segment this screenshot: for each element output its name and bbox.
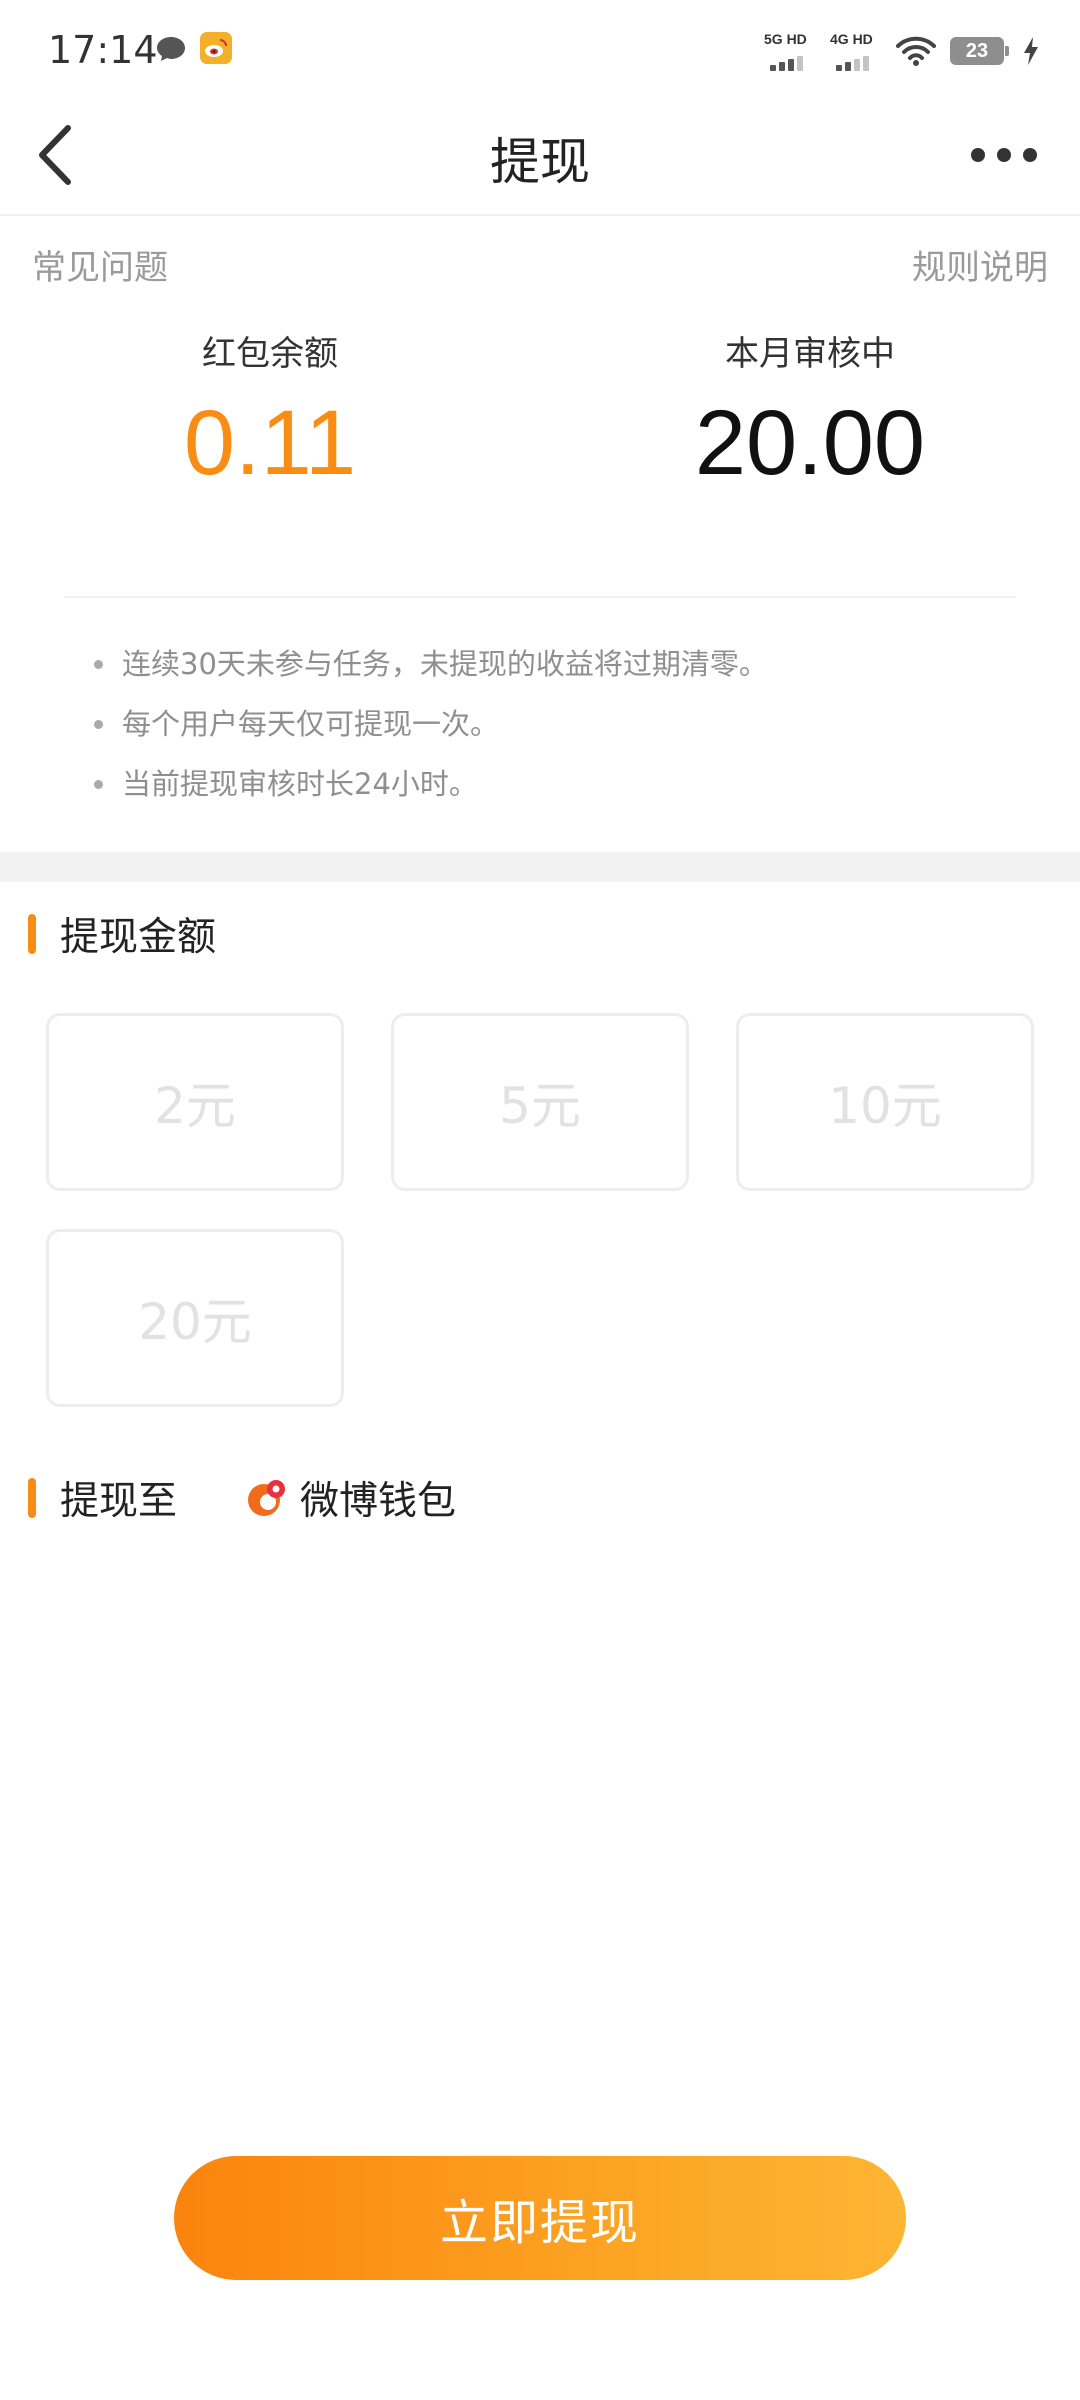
tip-item: 每个用户每天仅可提现一次。 bbox=[92, 702, 768, 762]
withdraw-now-button[interactable]: 立即提现 bbox=[174, 2156, 906, 2280]
destination-section-title: 提现至 bbox=[60, 1479, 178, 1524]
tip-item: 当前提现审核时长24小时。 bbox=[92, 762, 768, 822]
amount-section-title: 提现金额 bbox=[60, 915, 217, 960]
red-packet-label: 红包余额 bbox=[202, 334, 338, 374]
amount-option-10[interactable]: 10元 bbox=[736, 1013, 1034, 1191]
amount-option-5[interactable]: 5元 bbox=[391, 1013, 689, 1191]
reviewing-value: 20.00 bbox=[694, 392, 926, 494]
signal-icon: 5G HD bbox=[764, 31, 816, 71]
signal-icon: 4G HD bbox=[830, 31, 882, 71]
section-separator bbox=[0, 852, 1080, 882]
divider bbox=[64, 596, 1016, 598]
charging-icon bbox=[1024, 37, 1038, 65]
status-bar: 17:14 5G HD 4G HD 23 bbox=[0, 0, 1080, 100]
reviewing-balance: 本月审核中 20.00 bbox=[660, 326, 960, 494]
status-icons: 5G HD 4G HD 23 bbox=[764, 28, 1040, 74]
amount-section-header: 提现金额 bbox=[28, 906, 216, 962]
section-accent-bar bbox=[28, 1478, 36, 1518]
wifi-icon bbox=[896, 36, 936, 66]
amount-option-20[interactable]: 20元 bbox=[46, 1229, 344, 1407]
status-time: 17:14 bbox=[48, 28, 158, 72]
weibo-wallet[interactable]: 微博钱包 bbox=[246, 1470, 456, 1526]
wallet-label: 微博钱包 bbox=[300, 1479, 457, 1524]
faq-link[interactable]: 常见问题 bbox=[32, 240, 168, 289]
battery-icon: 23 bbox=[950, 37, 1009, 65]
red-packet-balance: 红包余额 0.11 bbox=[120, 326, 420, 494]
rules-link[interactable]: 规则说明 bbox=[912, 240, 1048, 289]
more-icon[interactable] bbox=[968, 140, 1040, 170]
nav-bar: 提现 bbox=[0, 100, 1080, 216]
weibo-app-icon bbox=[200, 32, 232, 64]
signal-label: 5G HD bbox=[764, 31, 807, 47]
reviewing-label: 本月审核中 bbox=[725, 334, 895, 374]
destination-section-header: 提现至 bbox=[28, 1470, 177, 1526]
amount-option-2[interactable]: 2元 bbox=[46, 1013, 344, 1191]
withdraw-page: 17:14 5G HD 4G HD 23 提现 常见问题 规则说明 红包余额 0… bbox=[0, 0, 1080, 2400]
tip-item: 连续30天未参与任务，未提现的收益将过期清零。 bbox=[92, 642, 768, 702]
section-accent-bar bbox=[28, 914, 36, 954]
message-icon bbox=[157, 37, 185, 61]
signal-label: 4G HD bbox=[830, 31, 873, 47]
red-packet-value: 0.11 bbox=[183, 392, 357, 494]
weibo-wallet-icon bbox=[248, 1480, 285, 1516]
page-title: 提现 bbox=[490, 133, 590, 191]
tips-list: 连续30天未参与任务，未提现的收益将过期清零。 每个用户每天仅可提现一次。 当前… bbox=[92, 642, 768, 822]
